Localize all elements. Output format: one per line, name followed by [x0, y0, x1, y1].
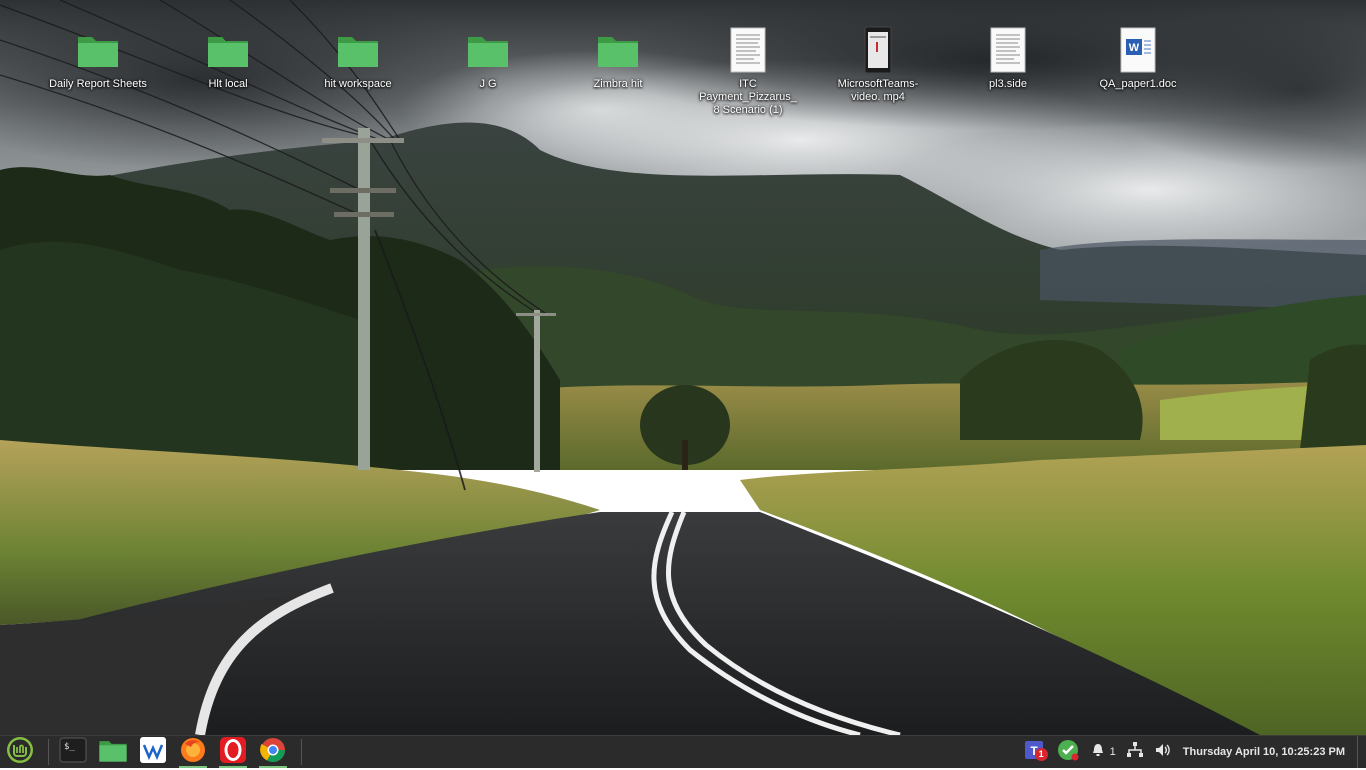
opera-launcher[interactable] [215, 736, 251, 768]
folder-icon [464, 26, 512, 74]
system-tray: T 1 1 Thursday April 10, 10:25:23 PM [1019, 736, 1366, 768]
document-icon [984, 26, 1032, 74]
file-qa-paper[interactable]: W QA_paper1.doc [1085, 26, 1191, 91]
taskbar-separator [301, 739, 302, 765]
teams-notification-badge: 1 [1034, 748, 1048, 761]
linux-mint-logo-icon [5, 735, 35, 770]
folder-daily-report-sheets[interactable]: Daily Report Sheets [45, 26, 151, 91]
file-itc-payment[interactable]: ITC Payment_Pizzarus_ 8 Scenario (1) [695, 26, 801, 117]
folder-zimbra-hit[interactable]: Zimbra hit [565, 26, 671, 91]
folder-icon [98, 737, 128, 768]
firefox-launcher[interactable] [175, 736, 211, 768]
folder-jg[interactable]: J G [435, 26, 541, 91]
notifications-tray-button[interactable]: 1 [1085, 736, 1121, 768]
terminal-icon: $_ [59, 737, 87, 768]
svg-text:W: W [1129, 42, 1140, 54]
desktop-icon-label: Hlt local [208, 78, 248, 90]
folder-hit-workspace[interactable]: hit workspace [305, 26, 411, 91]
desktop-icon-label: J G [479, 78, 497, 90]
desktop-icon-label: QA_paper1.doc [1099, 78, 1177, 90]
desktop-icon-label: hit workspace [324, 78, 392, 90]
notifications-count: 1 [1109, 746, 1116, 758]
remote-launcher[interactable] [135, 736, 171, 768]
taskbar-separator [48, 739, 49, 765]
show-desktop-button[interactable] [1357, 736, 1366, 768]
remote-desktop-icon [139, 736, 167, 769]
firefox-icon [179, 736, 207, 769]
opera-icon [219, 736, 247, 769]
clock[interactable]: Thursday April 10, 10:25:23 PM [1177, 746, 1353, 758]
desktop-icon-label: pl3.side [989, 78, 1027, 90]
folder-icon [594, 26, 642, 74]
network-wired-icon [1126, 741, 1144, 764]
desktop-icon-label: ITC Payment_Pizzarus_ 8 Scenario (1) [699, 78, 797, 116]
volume-tray-button[interactable] [1149, 736, 1177, 768]
files-launcher[interactable] [95, 736, 131, 768]
chrome-icon [259, 736, 287, 769]
desktop-icon-label: MicrosoftTeams-video. mp4 [837, 78, 919, 103]
folder-hlt-local[interactable]: Hlt local [175, 26, 281, 91]
shield-check-icon [1056, 738, 1080, 767]
folder-icon [334, 26, 382, 74]
terminal-launcher[interactable]: $_ [55, 736, 91, 768]
update-manager-tray-button[interactable] [1051, 736, 1085, 768]
svg-text:$_: $_ [64, 742, 75, 752]
document-icon [724, 26, 772, 74]
desktop-icon-label: Zimbra hit [593, 78, 643, 90]
chrome-launcher[interactable] [255, 736, 291, 768]
teams-tray-button[interactable]: T 1 [1019, 736, 1051, 768]
desktop-icon-label: Daily Report Sheets [49, 78, 147, 90]
video-thumbnail-icon [854, 26, 902, 74]
folder-icon [74, 26, 122, 74]
volume-icon [1154, 741, 1172, 764]
folder-icon [204, 26, 252, 74]
menu-button[interactable] [2, 736, 38, 768]
network-tray-button[interactable] [1121, 736, 1149, 768]
word-document-icon: W [1114, 26, 1162, 74]
bell-icon [1090, 742, 1106, 763]
file-teams-video[interactable]: MicrosoftTeams-video. mp4 [825, 26, 931, 104]
desktop-wallpaper [0, 0, 1366, 735]
taskbar: $_ T 1 1 Thursday April 10, 10:25:23 PM [0, 735, 1366, 768]
file-pl3-side[interactable]: pl3.side [955, 26, 1061, 91]
